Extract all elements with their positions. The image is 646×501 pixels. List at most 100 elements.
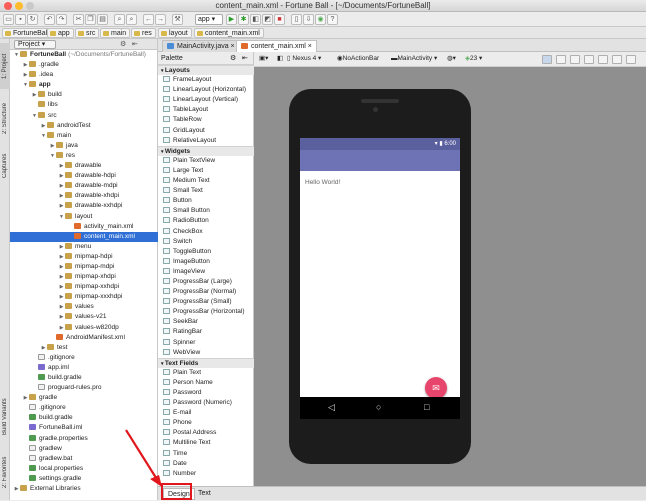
tab-content-main[interactable]: content_main.xml × xyxy=(236,40,317,52)
theme-select[interactable]: ◉NoActionBar xyxy=(334,54,382,64)
android-monitor-icon[interactable]: ◉ xyxy=(315,14,326,25)
palette-item[interactable]: RelativeLayout xyxy=(158,136,254,146)
palette-item[interactable]: Plain TextView xyxy=(158,156,254,166)
api-level-select[interactable]: ◈23 ▾ xyxy=(462,54,485,64)
settings-gear-icon[interactable]: ⚙ xyxy=(230,52,236,65)
palette-item[interactable]: Person Name xyxy=(158,378,254,388)
make-project-icon[interactable]: ⚒ xyxy=(172,14,183,25)
tree-item[interactable]: ▶ drawable-xhdpi xyxy=(10,191,158,201)
zoom-in-icon[interactable] xyxy=(570,55,580,64)
tree-item[interactable]: build.gradle xyxy=(10,413,158,423)
palette-item[interactable]: ProgressBar (Normal) xyxy=(158,287,254,297)
chevron-right-icon[interactable]: ▶ xyxy=(58,171,65,181)
chevron-right-icon[interactable]: ▶ xyxy=(58,302,65,312)
tree-item[interactable]: ▶ gradle xyxy=(10,393,158,403)
tree-item[interactable]: AndroidManifest.xml xyxy=(10,333,158,343)
replace-icon[interactable]: ⌕ xyxy=(126,14,137,25)
chevron-down-icon[interactable]: ▼ xyxy=(49,151,56,161)
palette-category[interactable]: ▾ Text Fields xyxy=(158,357,254,368)
chevron-right-icon[interactable]: ▶ xyxy=(58,191,65,201)
tree-item[interactable]: ▶ test xyxy=(10,343,158,353)
chevron-right-icon[interactable]: ▶ xyxy=(49,141,56,151)
back-nav-icon[interactable]: ← xyxy=(143,14,154,25)
palette-item[interactable]: Multiline Text xyxy=(158,438,254,448)
collapse-icon[interactable]: ⇤ xyxy=(132,40,138,50)
tree-item[interactable]: content_main.xml xyxy=(10,231,158,242)
palette-item[interactable]: Plain Text xyxy=(158,368,254,378)
palette-item[interactable]: FrameLayout xyxy=(158,75,254,85)
tree-item[interactable]: ▶ values-w820dp xyxy=(10,323,158,333)
collapse-icon[interactable]: ⇤ xyxy=(242,52,248,65)
chevron-down-icon[interactable]: ▼ xyxy=(13,50,20,60)
open-folder-icon[interactable]: ▭ xyxy=(3,14,14,25)
chevron-right-icon[interactable]: ▶ xyxy=(58,312,65,322)
tab-text[interactable]: Text xyxy=(194,488,215,500)
structure-tool-tab[interactable]: 2: Structure xyxy=(0,93,10,143)
tree-item[interactable]: ▼ res xyxy=(10,151,158,161)
tree-item[interactable]: .gitignore xyxy=(10,403,158,413)
design-canvas[interactable]: ▾ ▮ 6:00 Hello World! ✉ ◁ ○ □ xyxy=(254,67,646,486)
copy-icon[interactable]: ❐ xyxy=(85,14,96,25)
tab-mainactivity[interactable]: MainActivity.java × xyxy=(162,40,240,52)
tree-item[interactable]: ▼ FortuneBall (~/Documents/FortuneBall) xyxy=(10,50,158,60)
palette-item[interactable]: Number xyxy=(158,469,254,479)
palette-item[interactable]: TableLayout xyxy=(158,105,254,115)
tree-item[interactable]: ▶ mipmap-xxhdpi xyxy=(10,282,158,292)
zoom-actual-icon[interactable] xyxy=(556,55,566,64)
breadcrumb-item[interactable]: res xyxy=(131,28,156,38)
breadcrumb-item[interactable]: FortuneBall xyxy=(2,28,53,38)
paste-icon[interactable]: ▤ xyxy=(97,14,108,25)
zoom-out-icon[interactable] xyxy=(584,55,594,64)
captures-tool-tab[interactable]: Captures xyxy=(0,147,10,185)
palette-item[interactable]: RadioButton xyxy=(158,216,254,226)
chevron-right-icon[interactable]: ▶ xyxy=(58,262,65,272)
palette-item[interactable]: Phone xyxy=(158,418,254,428)
tree-item[interactable]: ▶ External Libraries xyxy=(10,484,158,494)
chevron-right-icon[interactable]: ▶ xyxy=(13,484,20,494)
palette-item[interactable]: ImageButton xyxy=(158,257,254,267)
chevron-right-icon[interactable]: ▶ xyxy=(22,70,29,80)
run-icon[interactable]: ▶ xyxy=(226,14,237,25)
chevron-right-icon[interactable]: ▶ xyxy=(58,282,65,292)
palette-item[interactable]: ToggleButton xyxy=(158,247,254,257)
sync-icon[interactable]: ↻ xyxy=(27,14,38,25)
palette-item[interactable]: Switch xyxy=(158,237,254,247)
tree-item[interactable]: local.properties xyxy=(10,464,158,474)
floating-action-button[interactable]: ✉ xyxy=(425,377,447,399)
tree-item[interactable]: ▼ src xyxy=(10,111,158,121)
palette-item[interactable]: ProgressBar (Small) xyxy=(158,297,254,307)
favorites-tool-tab[interactable]: 2: Favorites xyxy=(0,449,10,495)
tree-item[interactable]: ▶ build xyxy=(10,90,158,100)
tree-item[interactable]: ▶ menu xyxy=(10,242,158,252)
device-select[interactable]: ▯ Nexus 4 ▾ xyxy=(284,54,324,64)
layout-variants-icon[interactable]: ▣▾ xyxy=(256,54,271,64)
undo-icon[interactable]: ↶ xyxy=(44,14,55,25)
tree-item[interactable]: ▼ main xyxy=(10,131,158,141)
palette-item[interactable]: SeekBar xyxy=(158,317,254,327)
tree-item[interactable]: ▶ java xyxy=(10,141,158,151)
breadcrumb-item[interactable]: main xyxy=(100,28,131,38)
build-variants-tool-tab[interactable]: Build Variants xyxy=(0,391,10,443)
coverage-icon[interactable]: ◩ xyxy=(262,14,273,25)
tree-item[interactable]: ▶ drawable-mdpi xyxy=(10,181,158,191)
tree-item[interactable]: .gitignore xyxy=(10,353,158,363)
tree-item[interactable]: activity_main.xml xyxy=(10,222,158,232)
tree-item[interactable]: libs xyxy=(10,100,158,110)
tree-item[interactable]: gradlew.bat xyxy=(10,454,158,464)
breadcrumb-item[interactable]: content_main.xml xyxy=(194,28,264,38)
chevron-right-icon[interactable]: ▶ xyxy=(58,181,65,191)
palette-item[interactable]: GridLayout xyxy=(158,126,254,136)
sdk-manager-icon[interactable]: ⇩ xyxy=(303,14,314,25)
palette-item[interactable]: Small Text xyxy=(158,186,254,196)
tree-item[interactable]: ▶ .gradle xyxy=(10,60,158,70)
palette-item[interactable]: ImageView xyxy=(158,267,254,277)
chevron-right-icon[interactable]: ▶ xyxy=(58,252,65,262)
palette-item[interactable]: Password xyxy=(158,388,254,398)
palette-item[interactable]: ProgressBar (Horizontal) xyxy=(158,307,254,317)
chevron-right-icon[interactable]: ▶ xyxy=(58,292,65,302)
tree-item[interactable]: ▶ mipmap-mdpi xyxy=(10,262,158,272)
project-view-select[interactable]: Project ▾ xyxy=(14,40,57,49)
breadcrumb-item[interactable]: app xyxy=(47,28,74,38)
chevron-right-icon[interactable]: ▶ xyxy=(58,161,65,171)
settings-gear-icon[interactable]: ⚙ xyxy=(120,40,126,50)
